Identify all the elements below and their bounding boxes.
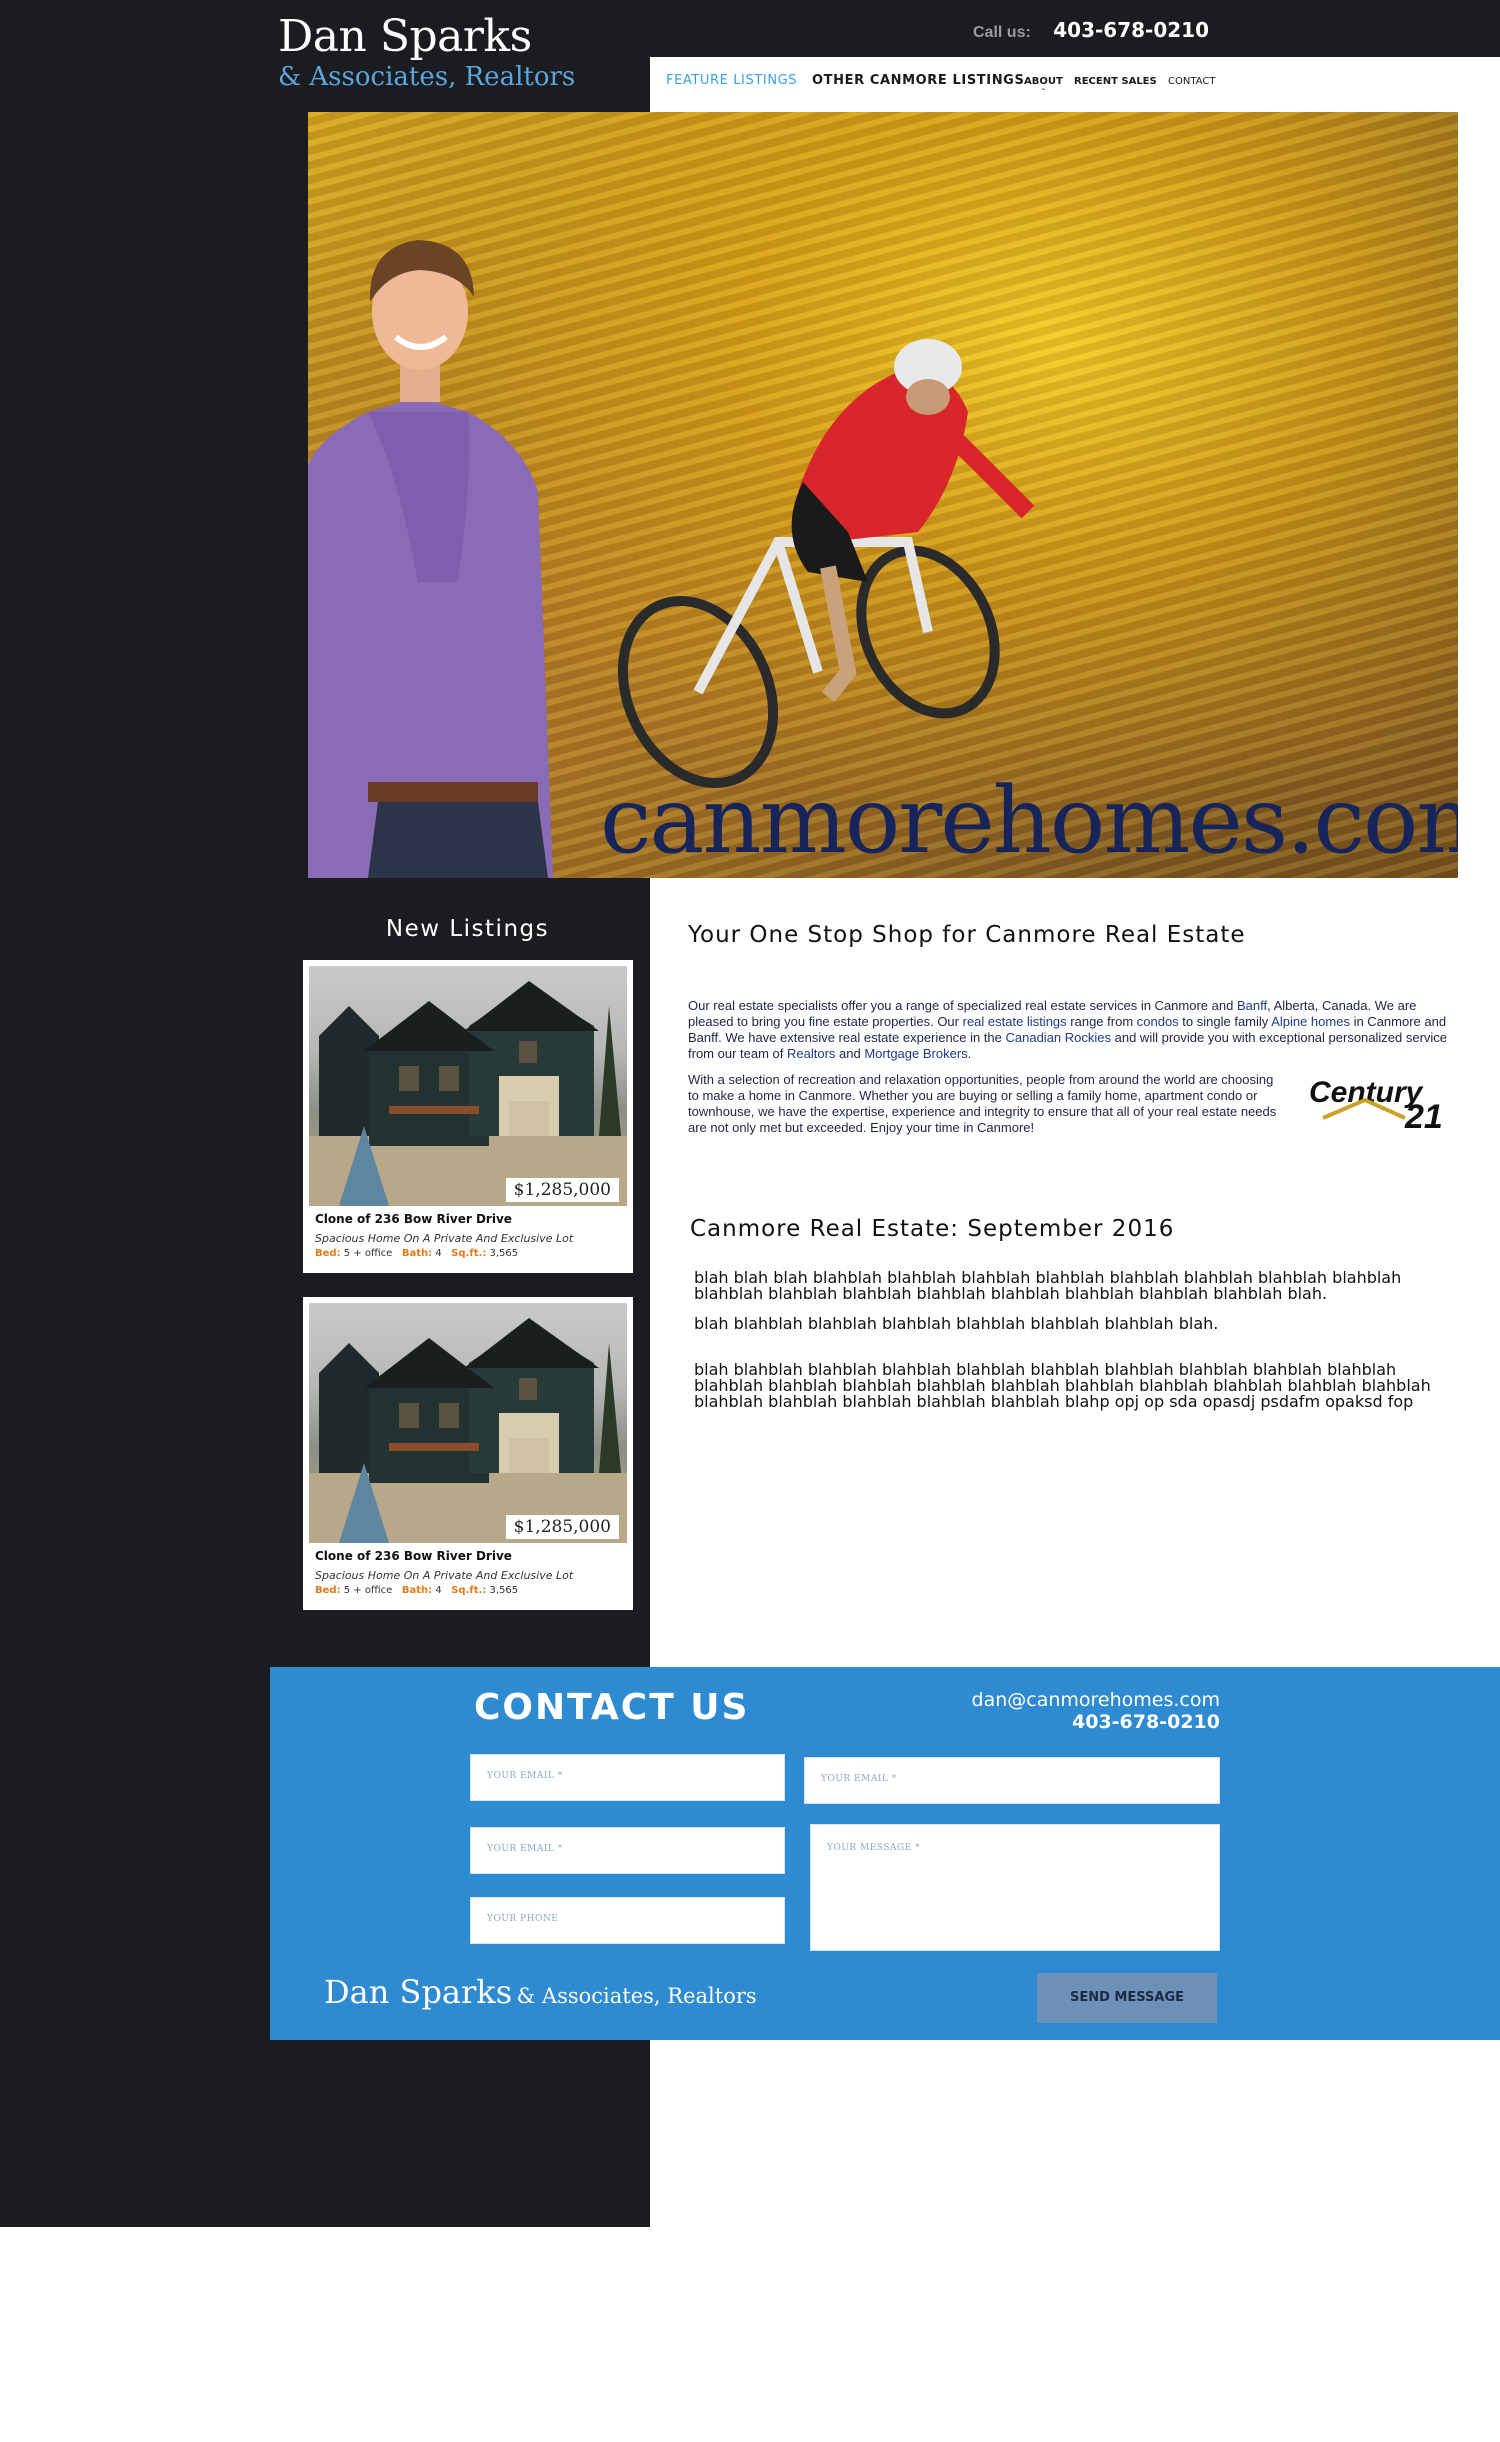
nav-about[interactable]: ABOUT ˇ [1024, 76, 1063, 97]
hero-image: canmorehomes.com [308, 112, 1458, 878]
sqft-value: 3,565 [489, 1585, 519, 1596]
link-realtors[interactable]: Realtors [787, 1046, 835, 1061]
header-phone[interactable]: 403-678-0210 [1053, 18, 1209, 42]
contact-email[interactable]: dan@canmorehomes.com [960, 1689, 1220, 1711]
main-nav: FEATURE LISTINGS OTHER CANMORE LISTINGS … [650, 57, 1500, 112]
sqft-label: Sq.ft.: [451, 1585, 487, 1596]
listing-photo[interactable]: $1,285,000 [309, 1303, 627, 1543]
link-banff[interactable]: Banff [1237, 998, 1267, 1013]
email-field[interactable]: YOUR EMAIL * [470, 1754, 785, 1801]
hero-figures [308, 240, 1035, 878]
nav-contact[interactable]: CONTACT [1168, 76, 1215, 87]
link-canadian-rockies[interactable]: Canadian Rockies [1006, 1030, 1112, 1045]
contact-title: CONTACT US [474, 1687, 750, 1728]
footer-logo-name: Dan Sparks [324, 1973, 513, 2011]
sqft-label: Sq.ft.: [451, 1248, 487, 1259]
nav-about-label: ABOUT [1024, 76, 1063, 87]
house-image [309, 981, 627, 1206]
intro-paragraph-2: With a selection of recreation and relax… [688, 1072, 1277, 1135]
listing-photo[interactable]: $1,285,000 [309, 966, 627, 1206]
intro-text-run: . [967, 1046, 972, 1061]
contact-phone[interactable]: 403-678-0210 [960, 1711, 1220, 1733]
listing-details: Bed: 5 + office Bath: 4 Sq.ft.: 3,565 [315, 1248, 627, 1259]
century21-logo[interactable]: Century 21 [1305, 1070, 1453, 1136]
listing-details: Bed: 5 + office Bath: 4 Sq.ft.: 3,565 [315, 1585, 627, 1596]
realtor-portrait [308, 240, 553, 878]
article-paragraph: blah blahblah blahblah blahblah blahblah… [694, 1360, 1431, 1411]
nav-feature-listings[interactable]: FEATURE LISTINGS [666, 73, 797, 88]
send-message-button[interactable]: SEND MESSAGE [1037, 1973, 1217, 2023]
sqft-value: 3,565 [489, 1248, 519, 1259]
listing-title[interactable]: Clone of 236 Bow River Drive [315, 1212, 627, 1226]
contact-section: CONTACT US dan@canmorehomes.com 403-678-… [270, 1667, 1500, 2040]
email-field-2[interactable]: YOUR EMAIL * [470, 1827, 785, 1874]
nav-recent-sales[interactable]: RECENT SALES [1074, 76, 1157, 87]
listing-subtitle: Spacious Home On A Private And Exclusive… [315, 1569, 574, 1582]
footer-logo-tagline: & Associates, Realtors [516, 1984, 757, 2008]
intro-text-run: to single family [1178, 1014, 1272, 1029]
footer-logo[interactable]: Dan Sparks & Associates, Realtors [324, 1973, 757, 2011]
bath-value: 4 [435, 1248, 442, 1259]
bath-value: 4 [435, 1585, 442, 1596]
message-field[interactable]: YOUR MESSAGE * [810, 1824, 1220, 1951]
listing-subtitle: Spacious Home On A Private And Exclusive… [315, 1232, 574, 1245]
link-real-estate-listings[interactable]: real estate listings [963, 1014, 1067, 1029]
intro-paragraph: Our real estate specialists offer you a … [688, 998, 1450, 1062]
listing-card[interactable]: $1,285,000 Clone of 236 Bow River Drive … [303, 1297, 633, 1610]
phone-field[interactable]: YOUR PHONE [470, 1897, 785, 1944]
bath-label: Bath: [401, 1585, 433, 1596]
intro-text-run: range from [1066, 1014, 1137, 1029]
intro-text-run: and [835, 1046, 865, 1061]
century21-number: 21 [1404, 1098, 1443, 1134]
link-mortgage-brokers[interactable]: Mortgage Brokers [864, 1046, 967, 1061]
listing-price: $1,285,000 [505, 1178, 619, 1202]
article-paragraph: blah blahblah blahblah blahblah blahblah… [694, 1314, 1219, 1333]
intro-text-run: Our real estate specialists offer you a … [688, 998, 1237, 1013]
new-listings-title: New Listings [385, 916, 550, 942]
century21-icon: Century 21 [1309, 1076, 1443, 1136]
nav-other-canmore-listings[interactable]: OTHER CANMORE LISTINGS [812, 73, 1024, 88]
link-condos[interactable]: condos [1137, 1014, 1179, 1029]
house-image [309, 1318, 627, 1543]
article-paragraph: blah blah blah blahblah blahblah blahbla… [694, 1268, 1402, 1303]
page-title: Your One Stop Shop for Canmore Real Esta… [688, 922, 1246, 948]
listing-card[interactable]: $1,285,000 Clone of 236 Bow River Drive … [303, 960, 633, 1273]
logo-name: Dan Sparks [278, 11, 532, 62]
call-us-label: Call us: [973, 24, 1031, 41]
listing-price: $1,285,000 [505, 1515, 619, 1539]
bed-value: 5 + office [343, 1585, 393, 1596]
logo-tagline: & Associates, Realtors [278, 62, 576, 92]
listing-title[interactable]: Clone of 236 Bow River Drive [315, 1549, 627, 1563]
email-field-right[interactable]: YOUR EMAIL * [804, 1757, 1220, 1804]
hero-watermark: canmorehomes.com [600, 767, 1458, 874]
cyclist-figure [617, 339, 1035, 789]
bath-label: Bath: [401, 1248, 433, 1259]
call-us: Call us: 403-678-0210 [973, 18, 1209, 42]
link-alpine-homes[interactable]: Alpine homes [1271, 1014, 1350, 1029]
site-logo[interactable]: Dan Sparks & Associates, Realtors [278, 11, 576, 93]
bed-value: 5 + office [343, 1248, 393, 1259]
bed-label: Bed: [315, 1585, 341, 1596]
section-heading: Canmore Real Estate: September 2016 [690, 1216, 1175, 1242]
bed-label: Bed: [315, 1248, 341, 1259]
chevron-down-icon: ˇ [1041, 88, 1046, 97]
article-body: blah blah blah blahblah blahblah blahbla… [694, 1270, 1444, 1424]
